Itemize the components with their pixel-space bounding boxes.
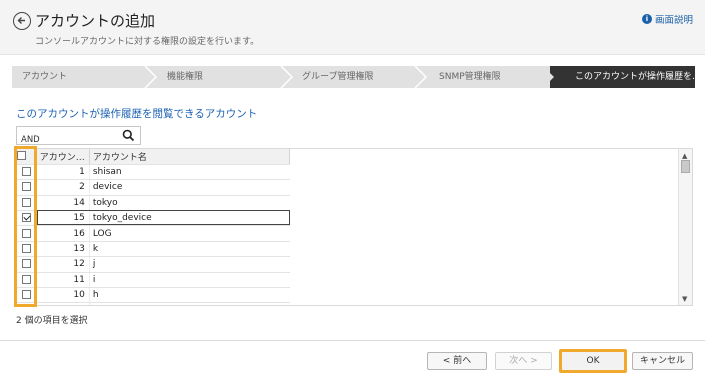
row-checkbox-cell[interactable] bbox=[17, 256, 37, 273]
row-checkbox-cell[interactable] bbox=[17, 210, 37, 227]
row-checkbox-cell[interactable] bbox=[17, 287, 37, 304]
back-arrow-icon[interactable] bbox=[13, 12, 31, 30]
account-name-cell: k bbox=[89, 241, 290, 258]
cancel-button[interactable]: キャンセル bbox=[632, 352, 693, 370]
row-checkbox-cell[interactable] bbox=[17, 241, 37, 258]
row-checkbox[interactable] bbox=[22, 259, 32, 269]
scroll-thumb[interactable] bbox=[681, 160, 690, 173]
next-button[interactable]: 次へ > bbox=[495, 352, 552, 370]
step-function-permission: 機能権限 bbox=[167, 72, 204, 82]
row-checkbox-cell[interactable] bbox=[17, 195, 37, 212]
select-all-checkbox[interactable] bbox=[17, 151, 26, 161]
account-name-cell: tokyo_device bbox=[89, 210, 290, 227]
account-name-cell: j bbox=[89, 256, 290, 273]
step-snmp-permission: SNMP管理権限 bbox=[439, 72, 501, 82]
row-checkbox[interactable] bbox=[22, 182, 32, 192]
table-row-partial[interactable] bbox=[17, 302, 290, 305]
header: アカウントの追加 コンソールアカウントに対する権限の設定を行います。 i 画面説… bbox=[0, 0, 705, 55]
search-icon[interactable] bbox=[122, 129, 135, 142]
footer-divider bbox=[0, 340, 705, 341]
row-checkbox[interactable] bbox=[22, 290, 32, 300]
vertical-scrollbar[interactable]: ▲ ▼ bbox=[678, 149, 692, 305]
section-title: このアカウントが操作履歴を閲覧できるアカウント bbox=[16, 108, 258, 120]
page-title: アカウントの追加 bbox=[35, 12, 156, 30]
step-separator-icon bbox=[543, 66, 554, 88]
search-box[interactable] bbox=[16, 126, 141, 149]
step-separator-icon bbox=[280, 66, 294, 88]
step-separator-icon bbox=[414, 66, 428, 88]
scroll-up-icon[interactable]: ▲ bbox=[682, 152, 687, 160]
row-checkbox-cell[interactable] bbox=[17, 272, 37, 289]
table-row[interactable]: 1 shisan bbox=[17, 164, 290, 181]
table-row[interactable]: 14 tokyo bbox=[17, 195, 290, 212]
select-all-header[interactable] bbox=[17, 149, 37, 165]
selection-status: 2 個の項目を選択 bbox=[16, 316, 88, 326]
help-label: 画面説明 bbox=[654, 15, 693, 26]
account-table: アカウン… アカウント名 1 shisan 2 device 14 tokyo bbox=[17, 149, 291, 305]
account-name-cell: i bbox=[89, 272, 290, 289]
account-name-cell: LOG bbox=[89, 225, 290, 242]
table-row[interactable]: 10 h bbox=[17, 287, 290, 304]
step-account: アカウント bbox=[22, 72, 68, 82]
table-row[interactable]: 16 LOG bbox=[17, 225, 290, 242]
account-id-cell: 2 bbox=[36, 179, 90, 196]
column-account-id[interactable]: アカウン… bbox=[36, 149, 90, 165]
column-account-name[interactable]: アカウント名 bbox=[89, 149, 291, 165]
ok-button[interactable]: OK bbox=[559, 349, 627, 373]
wizard-steps: アカウント 機能権限 グループ管理権限 SNMP管理権限 このアカウントが操作履… bbox=[12, 66, 701, 88]
account-name-cell: h bbox=[89, 287, 290, 304]
row-checkbox-cell[interactable] bbox=[17, 164, 37, 181]
table-row[interactable]: 12 j bbox=[17, 256, 290, 273]
row-checkbox[interactable] bbox=[22, 197, 32, 207]
row-checkbox[interactable] bbox=[22, 167, 32, 177]
row-checkbox[interactable] bbox=[22, 244, 32, 254]
table-header-row: アカウン… アカウント名 bbox=[17, 149, 291, 165]
account-name-cell: tokyo bbox=[89, 195, 290, 212]
row-checkbox[interactable] bbox=[22, 274, 32, 284]
account-id-cell: 12 bbox=[36, 256, 90, 273]
row-checkbox-cell[interactable] bbox=[17, 225, 37, 242]
account-name-cell: shisan bbox=[89, 164, 290, 181]
step-group-permission: グループ管理権限 bbox=[302, 72, 374, 82]
page-subtitle: コンソールアカウントに対する権限の設定を行います。 bbox=[35, 37, 260, 47]
row-checkbox-checked[interactable] bbox=[22, 213, 32, 223]
account-id-cell: 10 bbox=[36, 287, 90, 304]
account-id-cell: 16 bbox=[36, 225, 90, 242]
row-checkbox-cell[interactable] bbox=[17, 179, 37, 196]
account-grid: アカウン… アカウント名 1 shisan 2 device 14 tokyo bbox=[16, 148, 693, 306]
row-checkbox[interactable] bbox=[22, 228, 32, 238]
table-row[interactable]: 2 device bbox=[17, 179, 290, 196]
table-row-selected[interactable]: 15 tokyo_device bbox=[17, 210, 290, 227]
account-name-cell: device bbox=[89, 179, 290, 196]
step-separator-icon bbox=[144, 66, 158, 88]
row-checkbox-cell[interactable] bbox=[17, 302, 37, 305]
search-input[interactable] bbox=[17, 131, 117, 149]
account-id-cell: 15 bbox=[36, 210, 90, 227]
step-operation-history: このアカウントが操作履歴を… bbox=[575, 72, 702, 82]
table-row[interactable]: 11 i bbox=[17, 272, 290, 289]
account-id-cell: 14 bbox=[36, 195, 90, 212]
account-id-cell: 11 bbox=[36, 272, 90, 289]
account-id-cell: 1 bbox=[36, 164, 90, 181]
help-link[interactable]: i 画面説明 bbox=[641, 12, 693, 26]
scroll-down-icon[interactable]: ▼ bbox=[682, 295, 687, 303]
info-icon: i bbox=[641, 14, 652, 24]
account-id-cell: 13 bbox=[36, 241, 90, 258]
table-row[interactable]: 13 k bbox=[17, 241, 290, 258]
prev-button[interactable]: < 前へ bbox=[427, 352, 487, 370]
